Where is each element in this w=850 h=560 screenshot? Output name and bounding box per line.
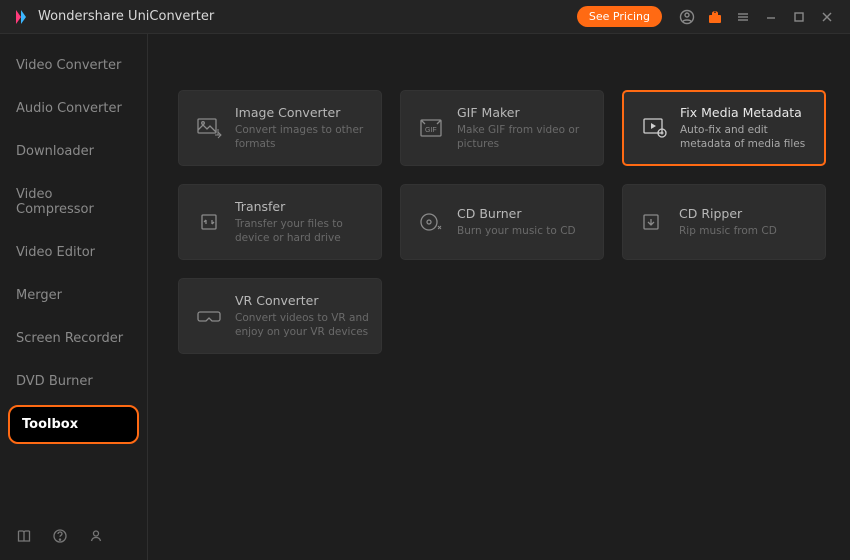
app-logo-icon: [12, 8, 30, 26]
sidebar-item-toolbox[interactable]: Toolbox: [8, 405, 139, 444]
card-title: Fix Media Metadata: [680, 105, 812, 120]
card-title: Image Converter: [235, 105, 369, 120]
cd-rip-icon: [635, 210, 673, 234]
gift-icon[interactable]: [704, 6, 726, 28]
account-icon[interactable]: [676, 6, 698, 28]
sidebar-item-video-converter[interactable]: Video Converter: [0, 44, 147, 87]
tool-grid: Image Converter Convert images to other …: [178, 90, 826, 354]
image-convert-icon: [191, 116, 229, 140]
card-cd-ripper[interactable]: CD Ripper Rip music from CD: [622, 184, 826, 260]
see-pricing-button[interactable]: See Pricing: [577, 6, 662, 27]
maximize-icon[interactable]: [788, 6, 810, 28]
card-desc: Rip music from CD: [679, 224, 813, 238]
vr-icon: [191, 304, 229, 328]
help-icon[interactable]: [52, 528, 70, 546]
menu-icon[interactable]: [732, 6, 754, 28]
card-title: VR Converter: [235, 293, 369, 308]
card-desc: Make GIF from video or pictures: [457, 123, 591, 151]
sidebar-item-merger[interactable]: Merger: [0, 274, 147, 317]
book-icon[interactable]: [16, 528, 34, 546]
sidebar-item-audio-converter[interactable]: Audio Converter: [0, 87, 147, 130]
close-icon[interactable]: [816, 6, 838, 28]
sidebar-item-video-editor[interactable]: Video Editor: [0, 231, 147, 274]
transfer-icon: [191, 210, 229, 234]
card-image-converter[interactable]: Image Converter Convert images to other …: [178, 90, 382, 166]
gif-icon: GIF: [413, 116, 451, 140]
card-title: Transfer: [235, 199, 369, 214]
cd-burn-icon: [413, 210, 451, 234]
svg-text:GIF: GIF: [425, 127, 437, 134]
card-transfer[interactable]: Transfer Transfer your files to device o…: [178, 184, 382, 260]
content-area: Image Converter Convert images to other …: [148, 34, 850, 560]
sidebar-item-dvd-burner[interactable]: DVD Burner: [0, 360, 147, 403]
titlebar: Wondershare UniConverter See Pricing: [0, 0, 850, 34]
minimize-icon[interactable]: [760, 6, 782, 28]
card-cd-burner[interactable]: CD Burner Burn your music to CD: [400, 184, 604, 260]
card-desc: Convert images to other formats: [235, 123, 369, 151]
sidebar-footer: [0, 514, 147, 560]
card-vr-converter[interactable]: VR Converter Convert videos to VR and en…: [178, 278, 382, 354]
sidebar-item-video-compressor[interactable]: Video Compressor: [0, 173, 147, 231]
card-desc: Burn your music to CD: [457, 224, 591, 238]
card-gif-maker[interactable]: GIF GIF Maker Make GIF from video or pic…: [400, 90, 604, 166]
card-desc: Transfer your files to device or hard dr…: [235, 217, 369, 245]
app-title: Wondershare UniConverter: [38, 9, 214, 24]
sidebar: Video Converter Audio Converter Download…: [0, 34, 148, 560]
card-desc: Auto-fix and edit metadata of media file…: [680, 123, 812, 151]
card-title: GIF Maker: [457, 105, 591, 120]
user-icon[interactable]: [88, 528, 106, 546]
card-desc: Convert videos to VR and enjoy on your V…: [235, 311, 369, 339]
metadata-icon: [636, 116, 674, 140]
card-title: CD Burner: [457, 206, 591, 221]
card-title: CD Ripper: [679, 206, 813, 221]
card-fix-metadata[interactable]: Fix Media Metadata Auto-fix and edit met…: [622, 90, 826, 166]
sidebar-item-downloader[interactable]: Downloader: [0, 130, 147, 173]
sidebar-item-screen-recorder[interactable]: Screen Recorder: [0, 317, 147, 360]
